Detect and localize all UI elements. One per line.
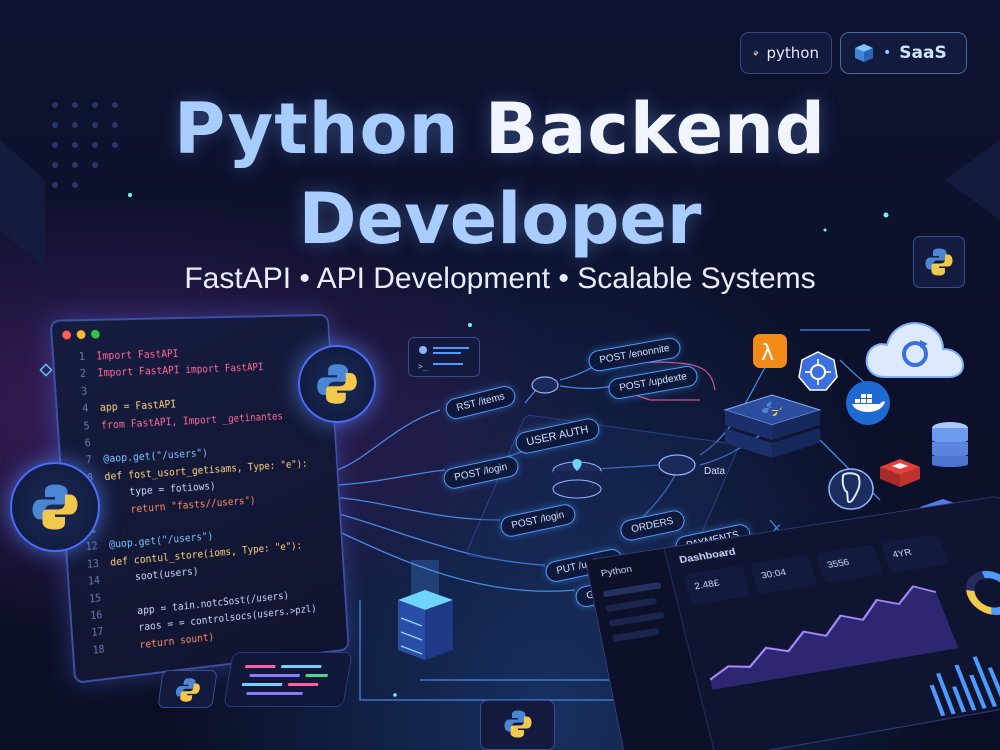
line-number: 17 (91, 626, 104, 640)
stat-value: 30:04 (760, 567, 788, 582)
window-titlebar (52, 316, 329, 348)
code-snippet-card (223, 652, 353, 707)
redis-icon (880, 459, 920, 487)
sidebar-item[interactable] (605, 597, 658, 613)
line-number: 4 (82, 402, 89, 415)
line-number: 6 (84, 437, 92, 450)
python-circle-left (10, 462, 100, 552)
line-number: 15 (88, 592, 102, 606)
code-line: 2 Import FastAPI import FastAPI (65, 362, 264, 381)
python-bottom-card (480, 700, 555, 750)
line-number: 1 (78, 350, 86, 364)
code-text: type = fotiows) (105, 480, 216, 501)
stat-card: 30:04 (749, 554, 818, 595)
lambda-glyph-icon: λ (761, 341, 774, 366)
maximize-dot-icon (90, 329, 100, 339)
database-icon (932, 422, 968, 467)
data-label: Data (704, 466, 726, 477)
line-number: 5 (83, 420, 91, 433)
code-text: @aop.get("/users") (102, 447, 209, 466)
stat-value: 2.48£ (693, 578, 721, 593)
line-number: 18 (92, 643, 106, 657)
stat-card: 4YR (880, 534, 949, 573)
donut-chart (951, 561, 1000, 625)
hero-banner: python • SaaS Python Backend Developer F… (0, 0, 1000, 750)
line-number: 3 (80, 385, 88, 398)
python-mini-card (157, 670, 218, 708)
close-dot-icon (61, 329, 72, 340)
kubernetes-icon (798, 351, 838, 391)
code-line: 6 (69, 437, 102, 451)
stat-value: 4YR (891, 547, 914, 561)
sidebar-item[interactable] (608, 611, 665, 627)
cloud-sync-icon (865, 322, 965, 378)
code-text: Import FastAPI (96, 348, 179, 363)
auth-cylinder (552, 459, 602, 499)
sidebar-item[interactable] (611, 627, 661, 643)
dashboard-title: Dashboard (678, 546, 737, 566)
postgresql-icon (828, 468, 874, 510)
line-number: 13 (86, 557, 100, 571)
svg-text:λ: λ (761, 341, 774, 366)
line-number: 2 (79, 368, 87, 381)
sidebar-item[interactable] (602, 581, 662, 598)
minimize-dot-icon (76, 329, 86, 339)
python-logo-icon (32, 484, 78, 530)
code-line: 1 Import FastAPI (63, 348, 179, 364)
terminal-mini-panel: >_ (408, 337, 480, 377)
code-text: Import FastAPI import FastAPI (97, 362, 264, 380)
code-text: soot(users) (110, 565, 199, 586)
python-circle-top (298, 345, 376, 423)
python-server-stack (723, 394, 822, 458)
terminal-lines-icon: >_ (418, 346, 469, 371)
python-logo-icon (175, 678, 200, 702)
svg-text:>_: >_ (418, 362, 428, 371)
dashboard-brand: Python (600, 564, 634, 580)
code-snippet-lines-icon (241, 665, 328, 695)
stat-card: 2.48£ (683, 565, 751, 606)
line-number: 14 (87, 574, 101, 588)
aws-lambda-icon: λ (753, 334, 787, 368)
line-number: 16 (89, 609, 103, 623)
python-logo-icon (504, 710, 532, 738)
code-line: 15 (80, 591, 113, 606)
glowing-server-stack (398, 560, 453, 660)
endpoint-node (531, 376, 559, 394)
python-logo-icon (317, 364, 357, 404)
code-text: app = FastAPI (99, 398, 177, 415)
code-line: 3 (66, 385, 99, 398)
code-text: from FastAPI, Import _getinantes (100, 410, 284, 432)
hub-node (658, 454, 696, 476)
stat-value: 3556 (826, 557, 851, 571)
code-line: 4 app = FastAPI (67, 398, 177, 416)
stat-card: 3556 (815, 544, 884, 584)
